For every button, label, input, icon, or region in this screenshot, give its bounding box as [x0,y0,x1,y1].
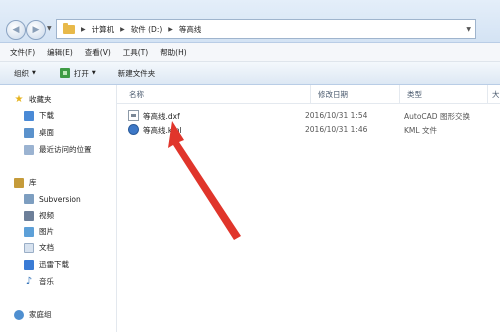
kml-file-icon [128,124,139,135]
desktop-icon [24,127,34,138]
folder-icon [63,22,75,34]
address-dropdown-icon[interactable]: ▼ [466,26,471,33]
autocad-file-icon [128,110,139,121]
column-divider[interactable] [310,85,311,103]
thunder-download-icon [24,259,34,270]
nav-label: 文档 [39,243,54,252]
address-bar-area: ◀ ▶ ▼ ▶ 计算机 ▶ 软件 (D:) ▶ 等高线 ▼ [0,0,500,43]
organize-button[interactable]: 组织 ▼ [14,68,36,79]
nav-label: 迅雷下载 [39,260,69,269]
nav-recent-places[interactable]: 最近访问的位置 [24,144,92,155]
document-library-icon [24,242,34,253]
subversion-library-icon [24,194,34,204]
menu-help[interactable]: 帮助(H) [160,47,187,58]
navigation-pane: ★ 收藏夹 下载 桌面 最近访问的位置 库 Subversion 视频 图片 文… [0,85,117,332]
open-icon [59,68,70,78]
column-header-date[interactable]: 修改日期 [318,89,348,100]
breadcrumb-drive-d[interactable]: 软件 (D:) [131,24,163,35]
homegroup-icon [14,309,24,320]
chevron-right-icon: ▶ [81,25,86,33]
nav-documents[interactable]: 文档 [24,242,54,253]
file-type: AutoCAD 图形交换 [404,112,470,121]
nav-desktop[interactable]: 桌面 [24,127,54,138]
nav-music[interactable]: ♪ 音乐 [24,276,54,287]
nav-label: Subversion [39,194,81,204]
breadcrumb-folder[interactable]: 等高线 [179,24,202,35]
nav-videos[interactable]: 视频 [24,210,54,221]
recent-places-icon [24,144,34,155]
menu-tools[interactable]: 工具(T) [123,47,148,58]
music-note-icon: ♪ [25,275,33,287]
menu-view[interactable]: 查看(V) [85,47,111,58]
chevron-right-icon: ▶ [120,25,125,33]
menu-bar: 文件(F) 编辑(E) 查看(V) 工具(T) 帮助(H) [0,43,500,62]
history-dropdown-icon[interactable]: ▼ [47,25,52,32]
back-arrow-icon: ◀ [12,25,20,35]
column-header-name[interactable]: 名称 [129,89,144,100]
picture-library-icon [24,226,34,237]
forward-button[interactable]: ▶ [26,20,46,40]
column-header-size[interactable]: 大 [492,89,500,100]
nav-pictures[interactable]: 图片 [24,226,54,237]
nav-label: 收藏夹 [29,95,52,104]
download-folder-icon [24,110,34,121]
toolbar: 组织 ▼ 打开 ▼ 新建文件夹 [0,62,500,85]
new-folder-button[interactable]: 新建文件夹 [118,68,156,79]
column-header-type[interactable]: 类型 [407,89,422,100]
file-row[interactable]: 等高线.kml 2016/10/31 1:46 KML 文件 [123,123,493,137]
nav-thunder-downloads[interactable]: 迅雷下载 [24,259,69,270]
nav-label: 图片 [39,227,54,236]
back-button[interactable]: ◀ [6,20,26,40]
chevron-right-icon: ▶ [168,25,173,33]
column-headers: 名称 修改日期 类型 大 [117,85,500,104]
nav-favorites[interactable]: ★ 收藏夹 [14,94,52,105]
nav-label: 下载 [39,111,54,120]
nav-libraries[interactable]: 库 [14,177,37,188]
nav-subversion[interactable]: Subversion [24,194,81,204]
file-date: 2016/10/31 1:54 [305,111,368,120]
organize-label: 组织 [14,68,29,78]
open-button[interactable]: 打开 ▼ [59,68,96,79]
nav-label: 库 [29,178,37,187]
file-type: KML 文件 [404,126,437,135]
nav-label: 家庭组 [29,310,52,319]
file-date: 2016/10/31 1:46 [305,125,368,134]
nav-label: 桌面 [39,128,54,137]
library-icon [14,177,24,188]
menu-file[interactable]: 文件(F) [10,47,35,58]
open-label: 打开 [73,68,89,78]
video-library-icon [24,210,34,221]
breadcrumb-computer[interactable]: 计算机 [92,24,115,35]
column-divider[interactable] [487,85,488,103]
column-divider[interactable] [399,85,400,103]
forward-arrow-icon: ▶ [32,25,40,35]
star-icon: ★ [14,93,24,105]
nav-homegroup[interactable]: 家庭组 [14,309,52,320]
nav-label: 最近访问的位置 [39,145,92,154]
file-name: 等高线.dxf [143,112,180,121]
file-name: 等高线.kml [143,126,182,135]
nav-label: 音乐 [39,277,54,286]
address-field[interactable]: ▶ 计算机 ▶ 软件 (D:) ▶ 等高线 ▼ [56,19,476,39]
chevron-down-icon: ▼ [32,70,36,76]
nav-downloads[interactable]: 下载 [24,110,54,121]
nav-label: 视频 [39,211,54,220]
file-row[interactable]: 等高线.dxf 2016/10/31 1:54 AutoCAD 图形交换 [123,109,493,123]
menu-edit[interactable]: 编辑(E) [47,47,73,58]
file-list-pane: 名称 修改日期 类型 大 等高线.dxf 2016/10/31 1:54 Aut… [117,85,500,332]
chevron-down-icon: ▼ [91,70,96,76]
new-folder-label: 新建文件夹 [117,68,156,78]
